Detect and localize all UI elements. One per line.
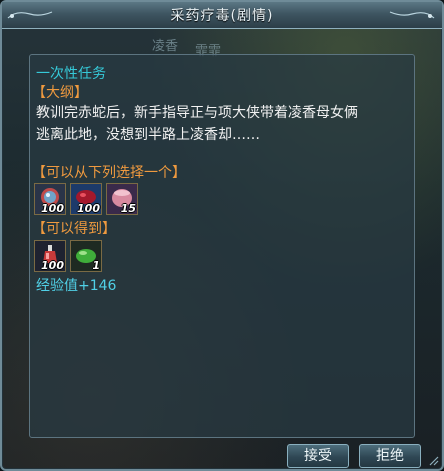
reward-slot[interactable]: 100 [34,240,66,272]
experience-reward: 经验值+146 [36,278,117,294]
quest-dialog-window: 采药疗毒(剧情) 凌香 霏霏 一次性任务 【大纲】 教训完赤蛇后，新手指导正与项… [0,0,444,471]
window-title: 采药疗毒(剧情) [170,8,274,24]
quest-description-line: 逃离此地，没想到半路上凌香却…… [36,127,260,143]
quest-type-label: 一次性任务 [36,66,106,82]
quest-description-line: 教训完赤蛇后，新手指导正与项大侠带着凌香母女俩 [36,105,358,121]
reward-choice-slot[interactable]: 15 [106,183,138,215]
resize-grip-icon[interactable] [427,454,439,466]
decline-button[interactable]: 拒绝 [359,444,421,468]
receive-reward-header: 【可以得到】 [32,221,116,237]
item-quantity: 15 [120,202,136,215]
item-quantity: 100 [77,202,100,215]
reward-choice-slot[interactable]: 100 [70,183,102,215]
title-ornament-right-icon [389,11,435,19]
quest-content-panel: 一次性任务 【大纲】 教训完赤蛇后，新手指导正与项大侠带着凌香母女俩 逃离此地，… [29,54,415,438]
background-npc-name: 凌香 [152,39,179,54]
accept-button[interactable]: 接受 [287,444,349,468]
reward-slot[interactable]: 1 [70,240,102,272]
title-bar[interactable]: 采药疗毒(剧情) [2,2,442,29]
item-quantity: 100 [41,259,64,272]
outline-header: 【大纲】 [32,85,88,101]
item-quantity: 100 [41,202,64,215]
reward-choice-slot[interactable]: 100 [34,183,66,215]
choose-reward-header: 【可以从下列选择一个】 [32,165,186,181]
item-quantity: 1 [92,259,100,272]
